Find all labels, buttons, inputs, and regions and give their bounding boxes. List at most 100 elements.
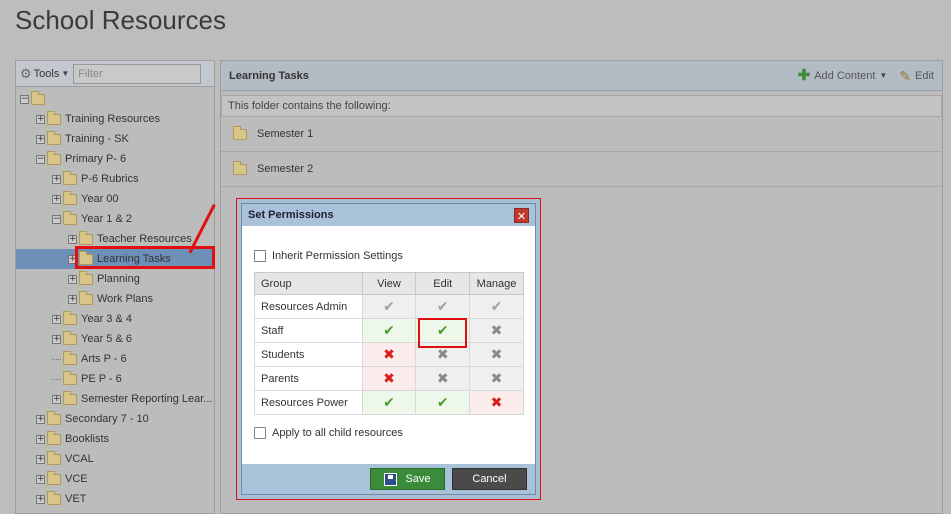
column-header-edit: Edit <box>415 272 471 295</box>
tree-item[interactable]: + Semester Reporting Lear... <box>16 389 214 409</box>
content-header: Learning Tasks ✚ Add Content ▼ ✎ Edit <box>221 61 942 91</box>
tree-item-label: VCE <box>65 473 88 485</box>
permission-manage-cell[interactable]: ✖ <box>469 342 524 367</box>
inherit-permissions-option[interactable]: Inherit Permission Settings <box>254 250 523 262</box>
tools-menu-button[interactable]: ⚙ Tools ▼ <box>20 66 69 82</box>
expand-icon[interactable]: + <box>52 194 61 204</box>
tree-item[interactable]: + Planning <box>16 269 214 289</box>
check-icon: ✔ <box>436 298 449 315</box>
permission-view-cell[interactable]: ✔ <box>361 318 417 343</box>
folder-icon <box>47 450 61 465</box>
permission-view-cell[interactable]: ✔ <box>361 294 417 319</box>
tree-item[interactable]: − Year 1 & 2 <box>16 209 214 229</box>
expand-icon[interactable]: + <box>36 494 45 504</box>
expand-icon[interactable]: + <box>36 474 45 484</box>
staff-edit-highlight <box>418 318 467 348</box>
contents-summary: This folder contains the following: <box>221 95 942 117</box>
tree-item[interactable]: + Secondary 7 - 10 <box>16 409 214 429</box>
add-content-button[interactable]: ✚ Add Content ▼ <box>798 68 888 83</box>
check-icon: ✔ <box>436 394 449 411</box>
expand-icon[interactable]: + <box>36 114 45 124</box>
tree-item-label: Work Plans <box>97 293 154 305</box>
save-button[interactable]: Save <box>370 468 445 490</box>
inherit-permissions-checkbox[interactable] <box>254 250 266 262</box>
permission-edit-cell[interactable]: ✔ <box>415 294 471 319</box>
plus-icon: ✚ <box>797 67 811 84</box>
tree-item-label: Year 5 & 6 <box>81 333 132 345</box>
collapse-icon[interactable]: − <box>20 94 29 104</box>
edit-button[interactable]: ✎ Edit <box>899 69 934 83</box>
tree-item[interactable]: + VET <box>16 489 214 509</box>
tree-toolbar: ⚙ Tools ▼ <box>16 61 214 87</box>
tree-item[interactable]: − Primary P- 6 <box>16 149 214 169</box>
tree-item-label: Semester Reporting Lear... <box>81 393 213 405</box>
collapse-icon[interactable]: − <box>36 154 45 164</box>
tree-item[interactable]: + Year 3 & 4 <box>16 309 214 329</box>
filter-input[interactable] <box>73 63 202 84</box>
expand-icon[interactable]: + <box>68 294 77 304</box>
cancel-label: Cancel <box>472 473 507 485</box>
tree-item[interactable]: + Booklists <box>16 429 214 449</box>
permission-edit-cell[interactable]: ✖ <box>415 366 471 391</box>
expand-icon[interactable]: + <box>52 394 61 404</box>
permission-group-name: Resources Power <box>254 390 363 415</box>
permission-view-cell[interactable]: ✔ <box>361 390 417 415</box>
folder-item[interactable]: Semester 1 <box>221 117 942 152</box>
permission-group-name: Staff <box>254 318 363 343</box>
dialog-header: Set Permissions ✕ <box>242 204 535 226</box>
check-icon: ✔ <box>383 394 395 411</box>
tools-label: Tools <box>33 67 60 80</box>
folder-item[interactable]: Semester 2 <box>221 152 942 187</box>
permission-row: Resources Admin ✔ ✔ ✔ <box>254 294 524 319</box>
expand-icon[interactable]: + <box>36 134 45 144</box>
tree-item[interactable]: PE P - 6 <box>16 369 214 389</box>
apply-to-children-checkbox[interactable] <box>254 427 266 439</box>
expand-icon[interactable]: + <box>52 174 61 184</box>
permission-view-cell[interactable]: ✖ <box>361 342 417 367</box>
tree-item-label: Year 3 & 4 <box>81 313 132 325</box>
folder-icon <box>31 90 45 105</box>
tree-item-label: Year 00 <box>81 193 119 205</box>
dialog-title: Set Permissions <box>248 209 334 221</box>
close-icon[interactable]: ✕ <box>514 207 529 223</box>
resource-tree-panel: ⚙ Tools ▼ − +Training Resources+Training … <box>15 60 215 514</box>
permission-manage-cell[interactable]: ✔ <box>469 294 524 319</box>
permission-row: Parents ✖ ✖ ✖ <box>254 366 524 391</box>
tree-item[interactable]: + Year 5 & 6 <box>16 329 214 349</box>
expand-icon[interactable]: + <box>36 414 45 424</box>
inherit-permissions-label: Inherit Permission Settings <box>272 250 403 262</box>
expand-icon[interactable]: + <box>36 434 45 444</box>
expand-icon[interactable]: + <box>52 334 61 344</box>
permission-manage-cell[interactable]: ✖ <box>469 390 524 415</box>
tree-item[interactable]: + VCAL <box>16 449 214 469</box>
expand-icon[interactable]: + <box>52 314 61 324</box>
check-icon: ✔ <box>383 298 395 315</box>
permission-manage-cell[interactable]: ✖ <box>469 366 524 391</box>
folder-tree: − + Training Resources + Training - SK − Prima… <box>16 89 214 509</box>
tree-item[interactable]: + VCE <box>16 469 214 489</box>
apply-to-children-option[interactable]: Apply to all child resources <box>254 427 523 439</box>
expand-icon[interactable]: + <box>68 274 77 284</box>
permission-manage-cell[interactable]: ✖ <box>469 318 524 343</box>
tree-item[interactable]: + Year 00 <box>16 189 214 209</box>
tree-item[interactable]: + Training Resources <box>16 109 214 129</box>
tree-item-label: Year 1 & 2 <box>81 213 132 225</box>
tree-item[interactable]: + Training - SK <box>16 129 214 149</box>
expand-icon[interactable]: + <box>36 454 45 464</box>
tree-item[interactable]: Arts P - 6 <box>16 349 214 369</box>
add-content-label: Add Content <box>814 69 876 82</box>
tree-item[interactable]: − <box>16 89 214 109</box>
tree-item-label: PE P - 6 <box>81 373 122 385</box>
folder-icon <box>47 490 61 505</box>
tree-item[interactable]: + Work Plans <box>16 289 214 309</box>
save-disk-icon <box>384 472 398 486</box>
cancel-button[interactable]: Cancel <box>452 468 527 490</box>
collapse-icon[interactable]: − <box>52 214 61 224</box>
tree-item[interactable]: + P-6 Rubrics <box>16 169 214 189</box>
expand-icon[interactable]: + <box>68 234 77 244</box>
folder-icon <box>63 190 77 205</box>
tree-item-label: Primary P- 6 <box>65 153 127 165</box>
permission-edit-cell[interactable]: ✔ <box>415 390 471 415</box>
permission-view-cell[interactable]: ✖ <box>361 366 417 391</box>
check-icon: ✔ <box>383 322 395 339</box>
